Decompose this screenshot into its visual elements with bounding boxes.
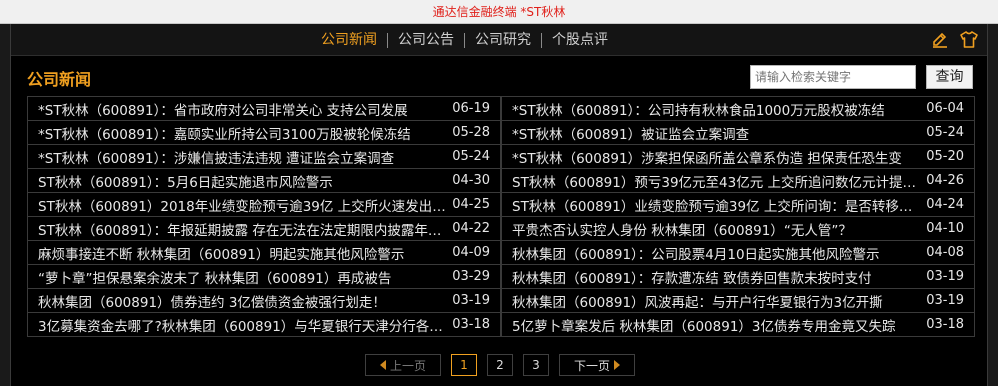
tab-3[interactable]: 个股点评 xyxy=(542,32,618,48)
news-date: 06-19 xyxy=(452,101,490,116)
news-item[interactable]: *ST秋林（600891）被证监会立案调查 05-24 xyxy=(501,120,975,145)
news-date: 03-19 xyxy=(926,269,964,284)
news-item[interactable]: *ST秋林（600891）：省市政府对公司非常关心 支持公司发展 06-19 xyxy=(27,96,501,121)
news-date: 04-24 xyxy=(926,197,964,212)
news-item[interactable]: 3亿募集资金去哪了?秋林集团（600891）与华夏银行天津分行各执一词 03-18 xyxy=(27,312,501,337)
news-date: 04-10 xyxy=(926,221,964,236)
tab-0[interactable]: 公司新闻 xyxy=(311,32,387,48)
pencil-icon[interactable] xyxy=(931,30,949,48)
next-page-button[interactable]: 下一页 xyxy=(559,354,635,376)
news-date: 03-19 xyxy=(452,293,490,308)
window-title-bar: 通达信金融终端 *ST秋林 xyxy=(0,0,998,24)
prev-page-label: 上一页 xyxy=(389,358,426,373)
news-item[interactable]: 麻烦事接连不断 秋林集团（600891）明起实施其他风险警示 04-09 xyxy=(27,240,501,265)
pagination: 上一页 1 2 3 下一页 xyxy=(365,354,635,376)
news-title[interactable]: *ST秋林（600891）：嘉颐实业所持公司3100万股被轮候冻结 xyxy=(38,123,450,143)
window-title: 通达信金融终端 *ST秋林 xyxy=(432,5,566,19)
news-item[interactable]: ST秋林（600891）预亏39亿元至43亿元 上交所追问数亿元计提减值 04-2… xyxy=(501,168,975,193)
news-date: 03-29 xyxy=(452,269,490,284)
tab-bar: 公司新闻 公司公告 公司研究 个股点评 xyxy=(11,24,987,56)
news-title[interactable]: *ST秋林（600891）涉案担保函所盖公章系伪造 担保责任恐生变 xyxy=(512,147,924,167)
page-button-3[interactable]: 3 xyxy=(523,354,549,376)
triangle-right-icon xyxy=(614,360,620,370)
news-title[interactable]: 麻烦事接连不断 秋林集团（600891）明起实施其他风险警示 xyxy=(38,243,450,263)
news-title[interactable]: ST秋林（600891）：年报延期披露 存在无法在法定期限内披露年报的风险 xyxy=(38,219,450,239)
news-title[interactable]: 秋林集团（600891）风波再起：与开户行华夏银行为3亿开撕 xyxy=(512,291,924,311)
news-item[interactable]: ST秋林（600891）：5月6日起实施退市风险警示 04-30 xyxy=(27,168,501,193)
news-date: 04-09 xyxy=(452,245,490,260)
news-item[interactable]: *ST秋林（600891）：嘉颐实业所持公司3100万股被轮候冻结 05-28 xyxy=(27,120,501,145)
news-title[interactable]: 3亿募集资金去哪了?秋林集团（600891）与华夏银行天津分行各执一词 xyxy=(38,315,450,335)
news-item[interactable]: ST秋林（600891）：年报延期披露 存在无法在法定期限内披露年报的风险 04-… xyxy=(27,216,501,241)
news-date: 04-25 xyxy=(452,197,490,212)
toolbar-icons xyxy=(931,30,979,48)
news-date: 04-08 xyxy=(926,245,964,260)
news-item[interactable]: “萝卜章”担保悬案余波未了 秋林集团（600891）再成被告 03-29 xyxy=(27,264,501,289)
news-list-right: *ST秋林（600891）：公司持有秋林食品1000万元股权被冻结 06-04 *S… xyxy=(501,96,975,337)
news-date: 04-30 xyxy=(452,173,490,188)
news-item[interactable]: 平贵杰否认实控人身份 秋林集团（600891）“无人管”？ 04-10 xyxy=(501,216,975,241)
news-date: 05-24 xyxy=(452,149,490,164)
tabs: 公司新闻 公司公告 公司研究 个股点评 xyxy=(311,24,618,56)
news-title[interactable]: *ST秋林（600891）：省市政府对公司非常关心 支持公司发展 xyxy=(38,99,450,119)
news-date: 05-20 xyxy=(926,149,964,164)
news-date: 03-18 xyxy=(452,317,490,332)
news-item[interactable]: *ST秋林（600891）：涉嫌信披违法违规 遭证监会立案调查 05-24 xyxy=(27,144,501,169)
search-input[interactable] xyxy=(750,65,916,89)
tab-2[interactable]: 公司研究 xyxy=(465,32,541,48)
page-button-1[interactable]: 1 xyxy=(451,354,477,376)
triangle-left-icon xyxy=(379,360,386,370)
news-title[interactable]: 秋林集团（600891）：存款遭冻结 致债券回售款未按时支付 xyxy=(512,267,924,287)
news-title[interactable]: “萝卜章”担保悬案余波未了 秋林集团（600891）再成被告 xyxy=(38,267,450,287)
news-date: 05-28 xyxy=(452,125,490,140)
news-item[interactable]: 秋林集团（600891）风波再起：与开户行华夏银行为3亿开撕 03-19 xyxy=(501,288,975,313)
news-title[interactable]: ST秋林（600891）预亏39亿元至43亿元 上交所追问数亿元计提减值 xyxy=(512,171,924,191)
news-item[interactable]: 秋林集团（600891）债券违约 3亿偿债资金被强行划走！ 03-19 xyxy=(27,288,501,313)
news-title[interactable]: 5亿萝卜章案发后 秋林集团（600891）3亿债券专用金竟又失踪 xyxy=(512,315,924,335)
page-button-2[interactable]: 2 xyxy=(487,354,513,376)
news-item[interactable]: ST秋林（600891）2018年业绩变脸预亏逾39亿 上交所火速发出问询函 04… xyxy=(27,192,501,217)
news-title[interactable]: 秋林集团（600891）债券违约 3亿偿债资金被强行划走！ xyxy=(38,291,450,311)
news-item[interactable]: 秋林集团（600891）：公司股票4月10日起实施其他风险警示 04-08 xyxy=(501,240,975,265)
news-title[interactable]: 秋林集团（600891）：公司股票4月10日起实施其他风险警示 xyxy=(512,243,924,263)
news-date: 04-22 xyxy=(452,221,490,236)
news-list-left: *ST秋林（600891）：省市政府对公司非常关心 支持公司发展 06-19 *ST… xyxy=(27,96,501,337)
news-title[interactable]: *ST秋林（600891）：涉嫌信披违法违规 遭证监会立案调查 xyxy=(38,147,450,167)
news-title[interactable]: ST秋林（600891）：5月6日起实施退市风险警示 xyxy=(38,171,450,191)
section-title: 公司新闻 xyxy=(27,70,92,89)
news-date: 03-18 xyxy=(926,317,964,332)
news-title[interactable]: 平贵杰否认实控人身份 秋林集团（600891）“无人管”？ xyxy=(512,219,924,239)
news-item[interactable]: *ST秋林（600891）涉案担保函所盖公章系伪造 担保责任恐生变 05-20 xyxy=(501,144,975,169)
news-title[interactable]: *ST秋林（600891）被证监会立案调查 xyxy=(512,123,924,143)
tshirt-icon[interactable] xyxy=(959,30,979,48)
news-panel: 公司新闻公司公告公司研究个股点评 公司新闻 查询 *ST秋林（600891）：省… xyxy=(10,24,988,386)
news-date: 05-24 xyxy=(926,125,964,140)
news-date: 04-26 xyxy=(926,173,964,188)
news-title[interactable]: *ST秋林（600891）：公司持有秋林食品1000万元股权被冻结 xyxy=(512,99,924,119)
news-title[interactable]: ST秋林（600891）2018年业绩变脸预亏逾39亿 上交所火速发出问询函 xyxy=(38,195,450,215)
news-date: 03-19 xyxy=(926,293,964,308)
search-button[interactable]: 查询 xyxy=(926,65,973,89)
news-date: 06-04 xyxy=(926,101,964,116)
next-page-label: 下一页 xyxy=(573,358,610,373)
news-title[interactable]: ST秋林（600891）业绩变脸预亏逾39亿 上交所问询：是否转移上市公司资产 xyxy=(512,195,924,215)
news-item[interactable]: 秋林集团（600891）：存款遭冻结 致债券回售款未按时支付 03-19 xyxy=(501,264,975,289)
news-item[interactable]: *ST秋林（600891）：公司持有秋林食品1000万元股权被冻结 06-04 xyxy=(501,96,975,121)
news-item[interactable]: ST秋林（600891）业绩变脸预亏逾39亿 上交所问询：是否转移上市公司资产0… xyxy=(501,192,975,217)
tab-1[interactable]: 公司公告 xyxy=(388,32,464,48)
news-item[interactable]: 5亿萝卜章案发后 秋林集团（600891）3亿债券专用金竟又失踪 03-18 xyxy=(501,312,975,337)
prev-page-button[interactable]: 上一页 xyxy=(365,354,441,376)
